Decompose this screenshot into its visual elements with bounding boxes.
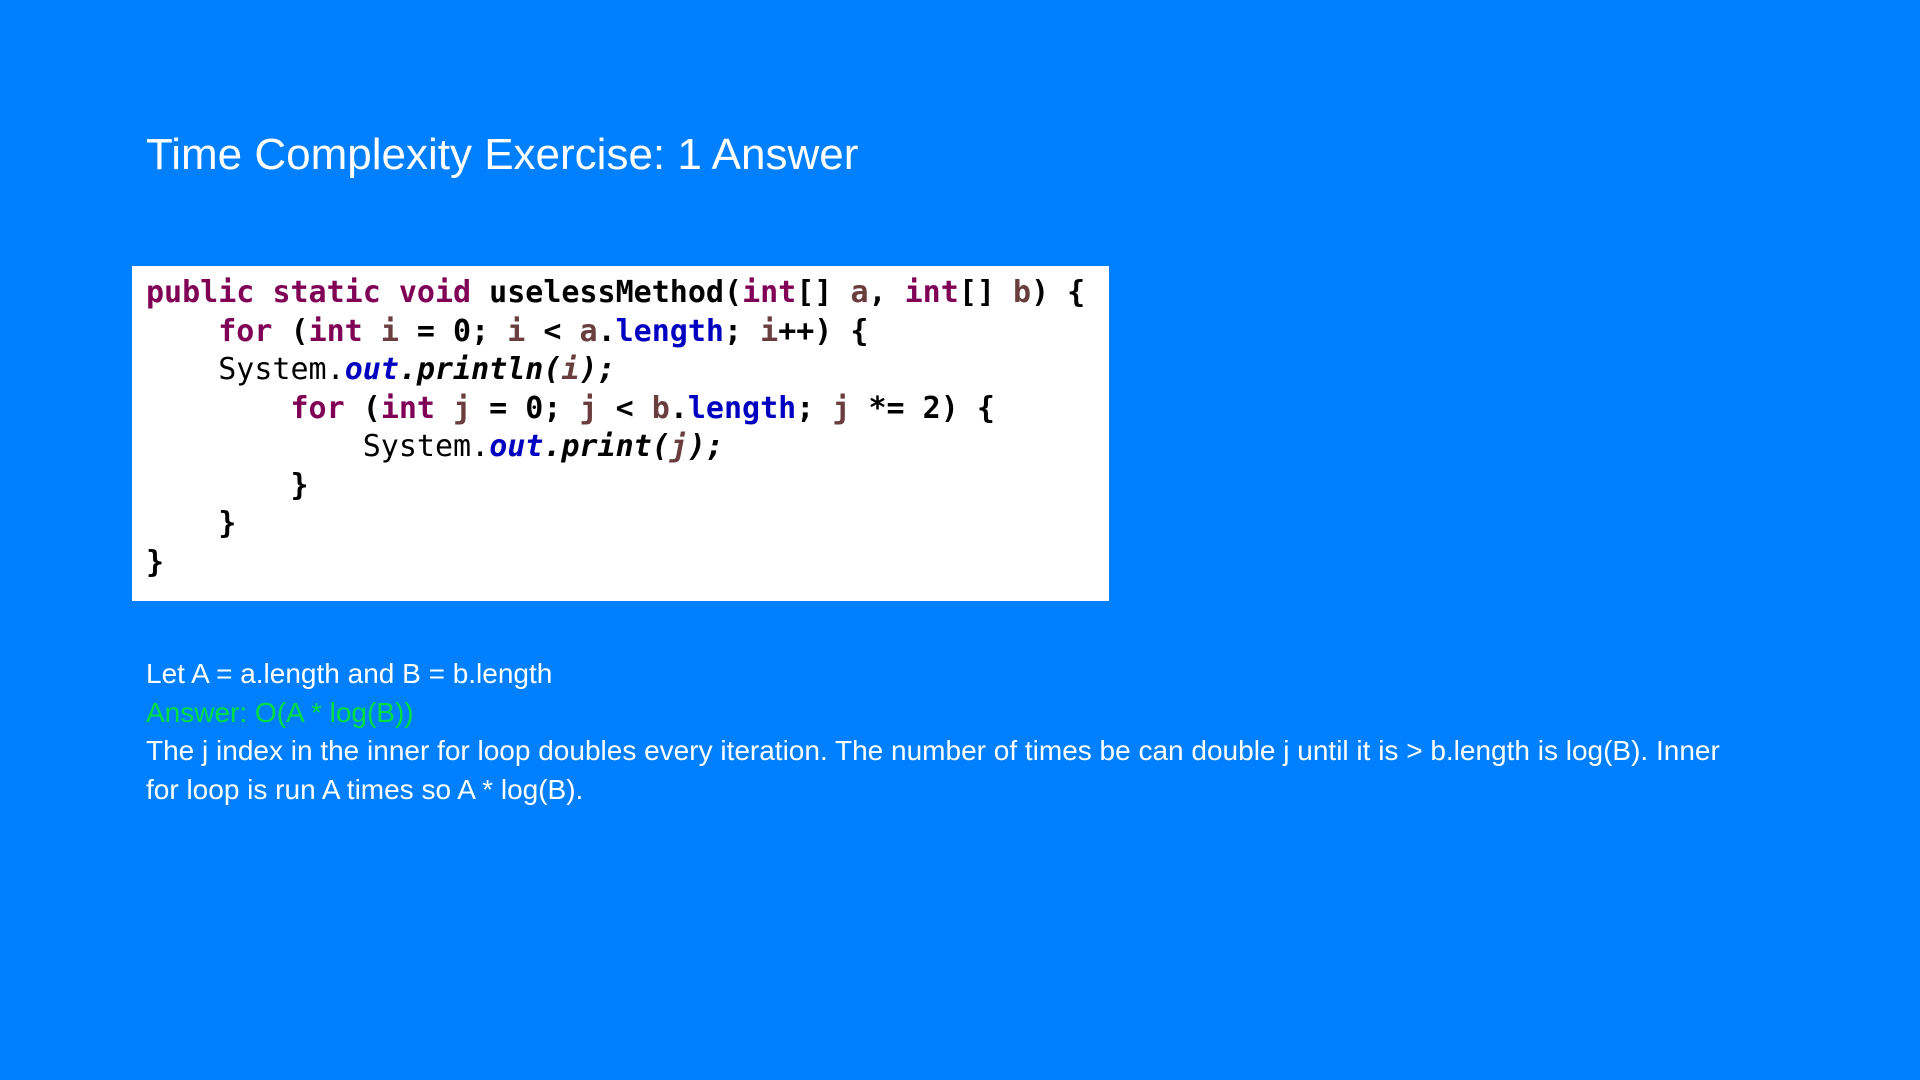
code-token: uselessMethod(	[471, 275, 743, 310]
code-token: int	[380, 390, 435, 426]
code-line-5: System.out.print(j);	[146, 428, 1109, 467]
explanation-block: Let A = a.length and B = b.length Answer…	[146, 655, 1816, 809]
code-token: length	[687, 390, 797, 426]
code-token: out	[489, 429, 544, 464]
code-token: j	[453, 390, 472, 426]
code-line-4: for (int j = 0; j < b.length; j *= 2) {	[146, 390, 1109, 429]
code-token: = 0;	[398, 313, 508, 349]
code-token: );	[579, 352, 616, 387]
code-token: j	[669, 429, 688, 464]
code-token: i	[760, 313, 779, 349]
code-token: void	[398, 275, 472, 310]
code-token: for	[218, 313, 273, 349]
code-token: ;	[796, 390, 833, 426]
code-token: j	[579, 390, 598, 426]
code-token: .	[597, 313, 616, 349]
code-token: );	[687, 429, 724, 464]
code-token: i	[507, 313, 526, 349]
code-token: System.	[362, 429, 490, 464]
code-token: System.	[218, 352, 345, 387]
code-token: ) {	[1031, 275, 1086, 310]
code-token: *= 2) {	[850, 390, 995, 426]
code-token: ,	[868, 275, 905, 310]
code-token: b	[651, 390, 670, 426]
explanation-line-1: The j index in the inner for loop double…	[146, 735, 1720, 766]
code-block: public static void uselessMethod(int[] a…	[132, 266, 1109, 601]
slide-title: Time Complexity Exercise: 1 Answer	[146, 130, 859, 179]
code-token: <	[525, 313, 580, 349]
let-definition: Let A = a.length and B = b.length	[146, 658, 553, 689]
code-line-3: System.out.println(i);	[146, 351, 1109, 390]
code-token: ++) {	[778, 313, 869, 349]
code-token: (	[272, 313, 309, 349]
code-token: <	[597, 390, 652, 426]
code-token: (	[344, 390, 381, 426]
code-token: .print(	[543, 429, 670, 464]
code-line-8: }	[146, 544, 165, 580]
code-token: []	[796, 275, 851, 310]
code-token: int	[904, 275, 959, 310]
code-token: int	[742, 275, 797, 310]
code-token: a	[579, 313, 598, 349]
code-token: j	[832, 390, 851, 426]
code-token: for	[290, 390, 345, 426]
code-token: b	[1013, 275, 1032, 310]
code-line-6: }	[146, 467, 309, 503]
code-token: .println(	[398, 352, 562, 387]
code-token: i	[561, 352, 580, 387]
code-token: .	[669, 390, 688, 426]
answer-text: Answer: O(A * log(B))	[146, 696, 414, 728]
code-token: ;	[724, 313, 761, 349]
code-line-2: for (int i = 0; i < a.length; i++) {	[146, 313, 1109, 352]
slide: Time Complexity Exercise: 1 Answer publi…	[0, 0, 1920, 1080]
code-token: public	[146, 275, 255, 310]
code-token: out	[344, 352, 399, 387]
code-line-1: public static void uselessMethod(int[] a…	[146, 274, 1109, 313]
explanation-line-2: for loop is run A times so A * log(B).	[146, 773, 584, 805]
code-token: int	[308, 313, 363, 349]
code-token: a	[850, 275, 869, 310]
code-token: []	[958, 275, 1013, 310]
code-token: i	[380, 313, 399, 349]
code-line-7: }	[146, 506, 237, 541]
code-token: length	[615, 313, 724, 349]
code-token: = 0;	[471, 390, 580, 426]
code-token: static	[272, 275, 381, 310]
